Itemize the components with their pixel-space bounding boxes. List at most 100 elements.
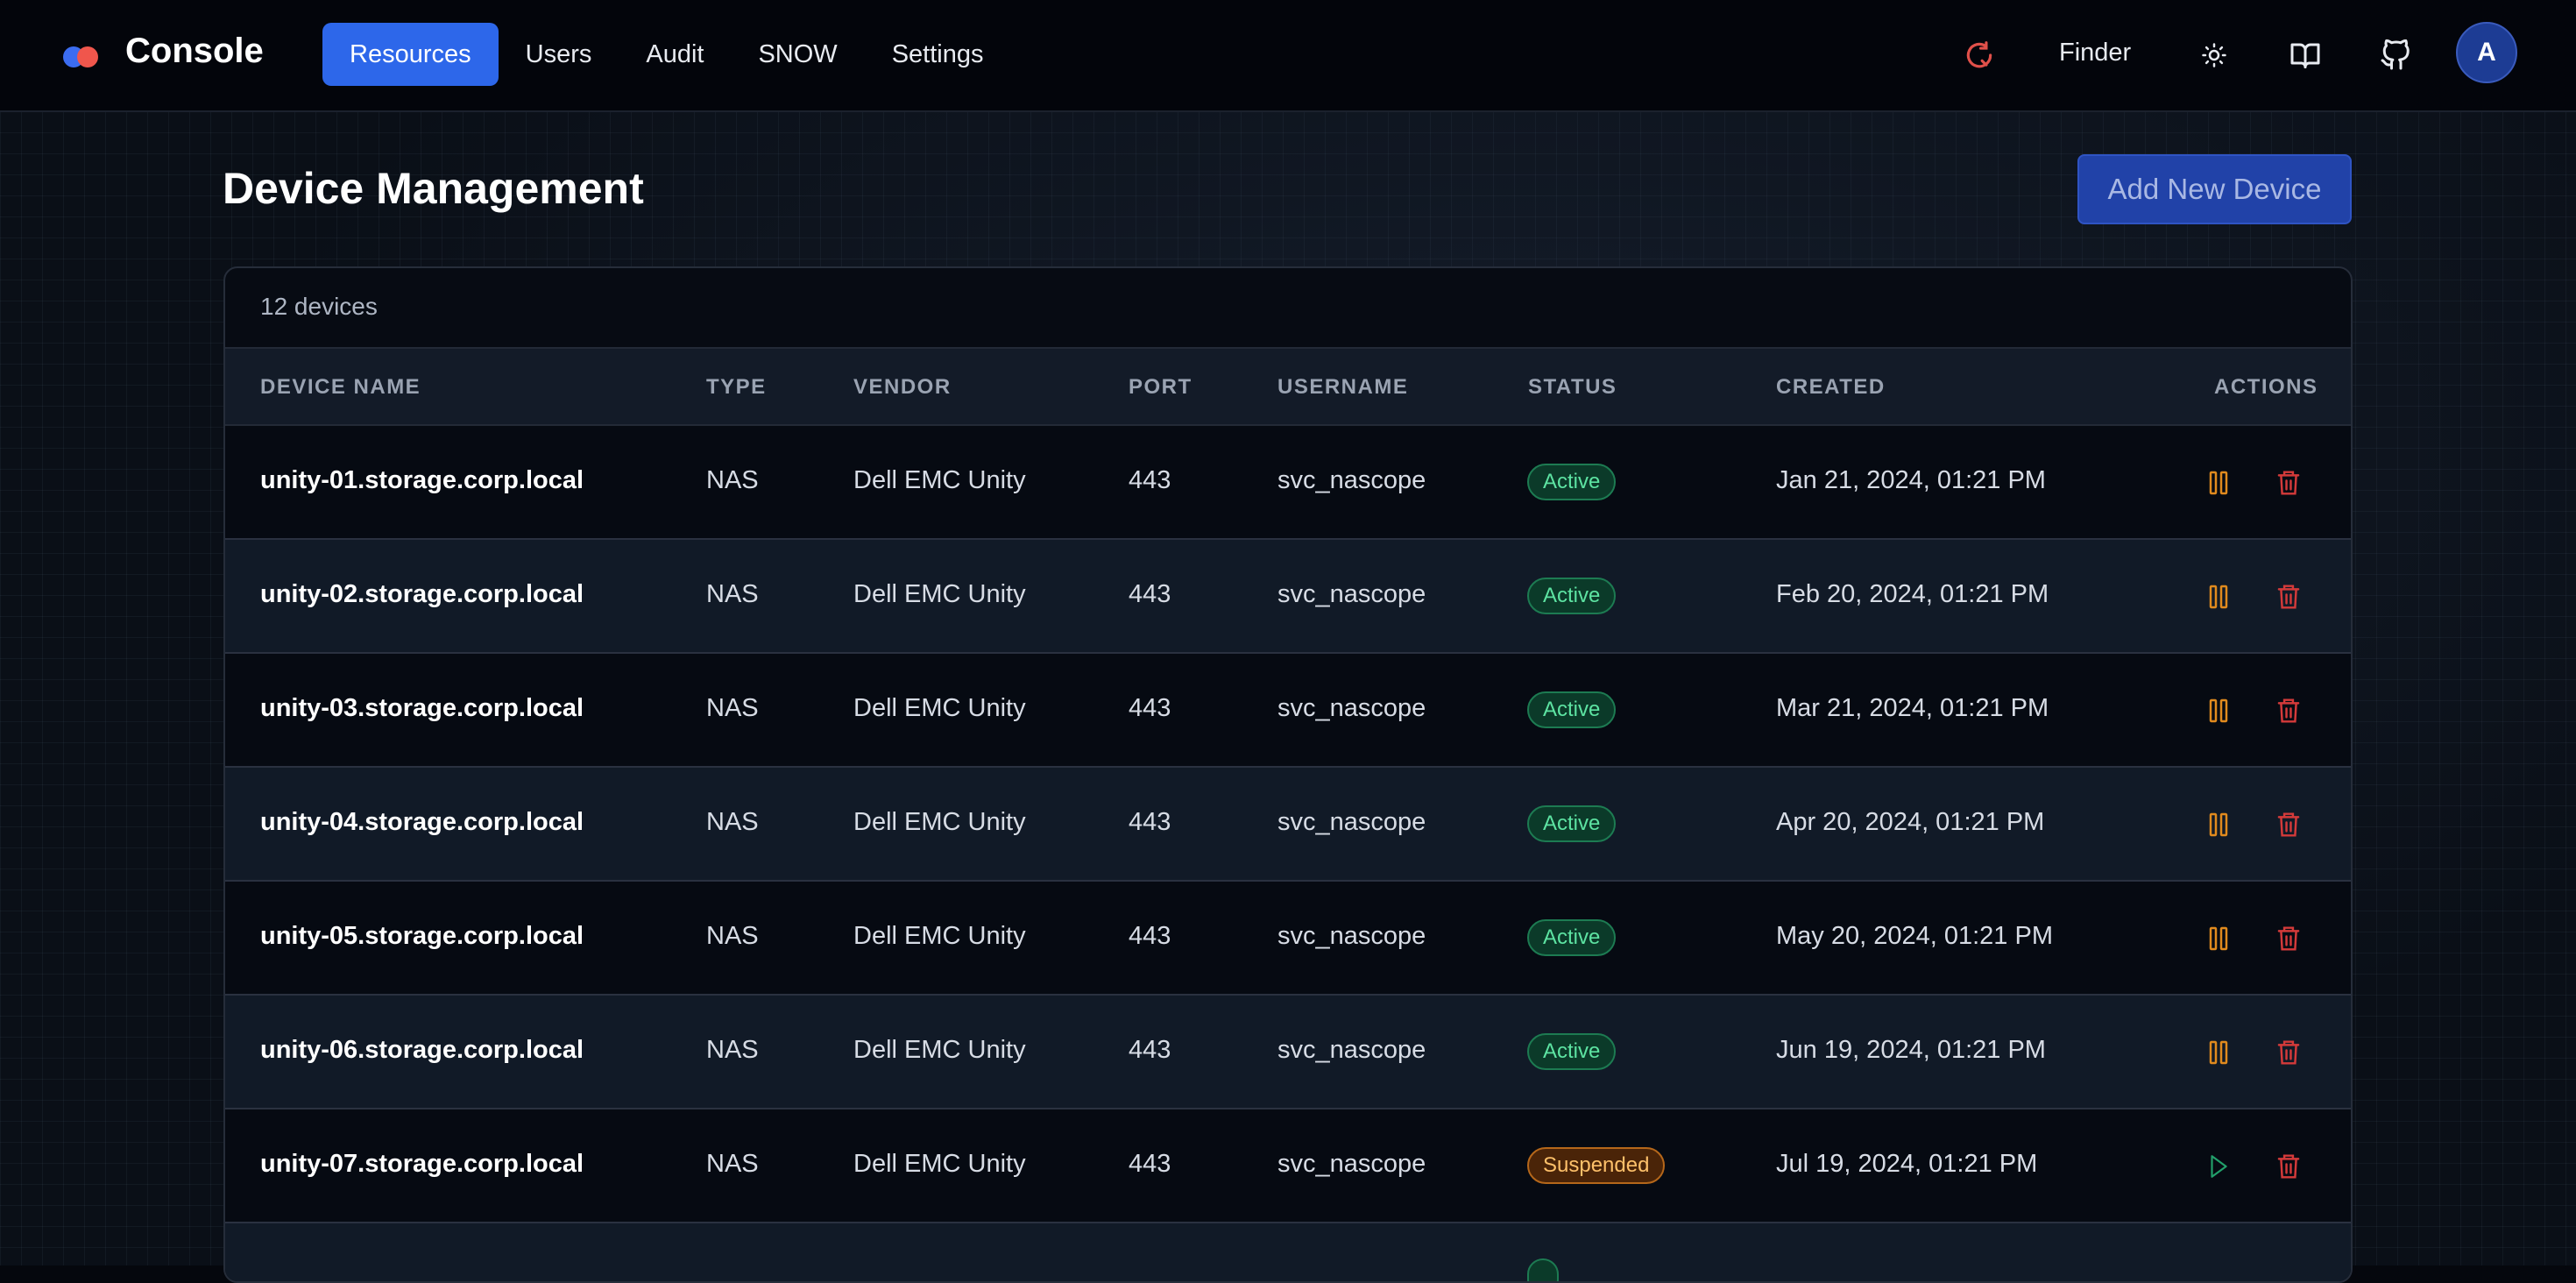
device-created: Jun 19, 2024, 01:21 PM bbox=[1776, 1036, 2046, 1064]
avatar[interactable]: A bbox=[2456, 22, 2517, 83]
device-count: 12 devices bbox=[260, 293, 378, 320]
header-device-name[interactable]: DEVICE NAME bbox=[260, 375, 421, 400]
device-created: May 20, 2024, 01:21 PM bbox=[1776, 922, 2053, 950]
delete-icon[interactable] bbox=[2269, 805, 2308, 844]
play-icon[interactable] bbox=[2199, 1147, 2238, 1186]
delete-icon[interactable] bbox=[2269, 919, 2308, 958]
device-username: svc_nascope bbox=[1277, 466, 1426, 494]
device-created: Jan 21, 2024, 01:21 PM bbox=[1776, 466, 2046, 494]
device-username: svc_nascope bbox=[1277, 1036, 1426, 1064]
finder-link[interactable]: Finder bbox=[2059, 39, 2131, 67]
add-new-device-button[interactable]: Add New Device bbox=[2077, 154, 2352, 224]
status-badge: Active bbox=[1527, 1033, 1617, 1070]
pause-icon[interactable] bbox=[2199, 805, 2238, 844]
delete-icon[interactable] bbox=[2269, 691, 2308, 730]
github-icon[interactable] bbox=[2376, 36, 2415, 74]
device-type: NAS bbox=[706, 1150, 759, 1178]
delete-icon[interactable] bbox=[2269, 1033, 2308, 1072]
table-row[interactable]: unity-07.storage.corp.local NAS Dell EMC… bbox=[225, 1109, 2351, 1223]
tab-settings[interactable]: Settings bbox=[865, 23, 1011, 86]
header-port[interactable]: PORT bbox=[1129, 375, 1192, 400]
status-badge: Active bbox=[1527, 919, 1617, 956]
status-badge: Active bbox=[1527, 805, 1617, 842]
tab-audit[interactable]: Audit bbox=[619, 23, 731, 86]
device-port: 443 bbox=[1129, 922, 1171, 950]
status-badge: Active bbox=[1527, 691, 1617, 728]
device-vendor: Dell EMC Unity bbox=[853, 1150, 1026, 1178]
device-vendor: Dell EMC Unity bbox=[853, 808, 1026, 836]
device-name[interactable]: unity-05.storage.corp.local bbox=[260, 922, 584, 951]
device-username: svc_nascope bbox=[1277, 1150, 1426, 1178]
tab-resources[interactable]: Resources bbox=[322, 23, 499, 86]
brand-name[interactable]: Console bbox=[125, 32, 264, 71]
devices-table-card: 12 devices DEVICE NAME TYPE VENDOR PORT … bbox=[223, 266, 2353, 1283]
device-vendor: Dell EMC Unity bbox=[853, 466, 1026, 494]
device-port: 443 bbox=[1129, 694, 1171, 722]
device-name[interactable]: unity-06.storage.corp.local bbox=[260, 1036, 584, 1065]
page-title: Device Management bbox=[223, 164, 644, 213]
status-badge: Suspended bbox=[1527, 1147, 1666, 1184]
device-type: NAS bbox=[706, 694, 759, 722]
table-row[interactable]: unity-05.storage.corp.local NAS Dell EMC… bbox=[225, 882, 2351, 996]
header-type[interactable]: TYPE bbox=[706, 375, 767, 400]
header-status[interactable]: STATUS bbox=[1528, 375, 1617, 400]
delete-icon[interactable] bbox=[2269, 578, 2308, 616]
device-username: svc_nascope bbox=[1277, 922, 1426, 950]
nav-tabs: Resources Users Audit SNOW Settings bbox=[322, 23, 1010, 86]
device-created: Feb 20, 2024, 01:21 PM bbox=[1776, 580, 2049, 608]
header-vendor[interactable]: VENDOR bbox=[853, 375, 952, 400]
sun-icon[interactable] bbox=[2195, 36, 2233, 74]
top-navigation: Console Resources Users Audit SNOW Setti… bbox=[0, 0, 2576, 112]
table-row[interactable]: unity-03.storage.corp.local NAS Dell EMC… bbox=[225, 654, 2351, 768]
device-vendor: Dell EMC Unity bbox=[853, 694, 1026, 722]
header-username[interactable]: USERNAME bbox=[1277, 375, 1408, 400]
pause-icon[interactable] bbox=[2199, 919, 2238, 958]
device-vendor: Dell EMC Unity bbox=[853, 1036, 1026, 1064]
device-type: NAS bbox=[706, 1036, 759, 1064]
device-name[interactable]: unity-01.storage.corp.local bbox=[260, 466, 584, 495]
device-created: Jul 19, 2024, 01:21 PM bbox=[1776, 1150, 2038, 1178]
header-actions: ACTIONS bbox=[2214, 375, 2318, 399]
device-username: svc_nascope bbox=[1277, 694, 1426, 722]
delete-icon[interactable] bbox=[2269, 1147, 2308, 1186]
device-vendor: Dell EMC Unity bbox=[853, 580, 1026, 608]
device-name[interactable]: unity-03.storage.corp.local bbox=[260, 694, 584, 723]
status-badge: Active bbox=[1527, 464, 1617, 500]
device-type: NAS bbox=[706, 580, 759, 608]
table-row[interactable]: unity-06.storage.corp.local NAS Dell EMC… bbox=[225, 996, 2351, 1109]
device-name[interactable]: unity-07.storage.corp.local bbox=[260, 1150, 584, 1179]
table-row[interactable]: unity-04.storage.corp.local NAS Dell EMC… bbox=[225, 768, 2351, 882]
device-name[interactable]: unity-04.storage.corp.local bbox=[260, 808, 584, 837]
sync-icon[interactable] bbox=[1963, 39, 1996, 72]
device-port: 443 bbox=[1129, 1150, 1171, 1178]
logo-icon[interactable] bbox=[63, 39, 105, 67]
pause-icon[interactable] bbox=[2199, 578, 2238, 616]
device-port: 443 bbox=[1129, 1036, 1171, 1064]
header-created[interactable]: CREATED bbox=[1776, 375, 1886, 400]
status-badge bbox=[1527, 1258, 1559, 1281]
device-created: Apr 20, 2024, 01:21 PM bbox=[1776, 808, 2045, 836]
device-username: svc_nascope bbox=[1277, 808, 1426, 836]
device-vendor: Dell EMC Unity bbox=[853, 922, 1026, 950]
device-type: NAS bbox=[706, 922, 759, 950]
delete-icon[interactable] bbox=[2269, 464, 2308, 502]
device-name[interactable]: unity-02.storage.corp.local bbox=[260, 580, 584, 609]
device-username: svc_nascope bbox=[1277, 580, 1426, 608]
pause-icon[interactable] bbox=[2199, 691, 2238, 730]
table-header: DEVICE NAME TYPE VENDOR PORT USERNAME ST… bbox=[225, 347, 2351, 426]
table-row[interactable]: unity-02.storage.corp.local NAS Dell EMC… bbox=[225, 540, 2351, 654]
pause-icon[interactable] bbox=[2199, 1033, 2238, 1072]
device-port: 443 bbox=[1129, 808, 1171, 836]
status-badge: Active bbox=[1527, 578, 1617, 614]
device-created: Mar 21, 2024, 01:21 PM bbox=[1776, 694, 2049, 722]
table-row[interactable]: unity-01.storage.corp.local NAS Dell EMC… bbox=[225, 426, 2351, 540]
tab-snow[interactable]: SNOW bbox=[731, 23, 864, 86]
device-port: 443 bbox=[1129, 580, 1171, 608]
device-type: NAS bbox=[706, 466, 759, 494]
device-type: NAS bbox=[706, 808, 759, 836]
table-row[interactable] bbox=[225, 1223, 2351, 1281]
device-port: 443 bbox=[1129, 466, 1171, 494]
book-icon[interactable] bbox=[2286, 36, 2325, 74]
pause-icon[interactable] bbox=[2199, 464, 2238, 502]
tab-users[interactable]: Users bbox=[499, 23, 619, 86]
